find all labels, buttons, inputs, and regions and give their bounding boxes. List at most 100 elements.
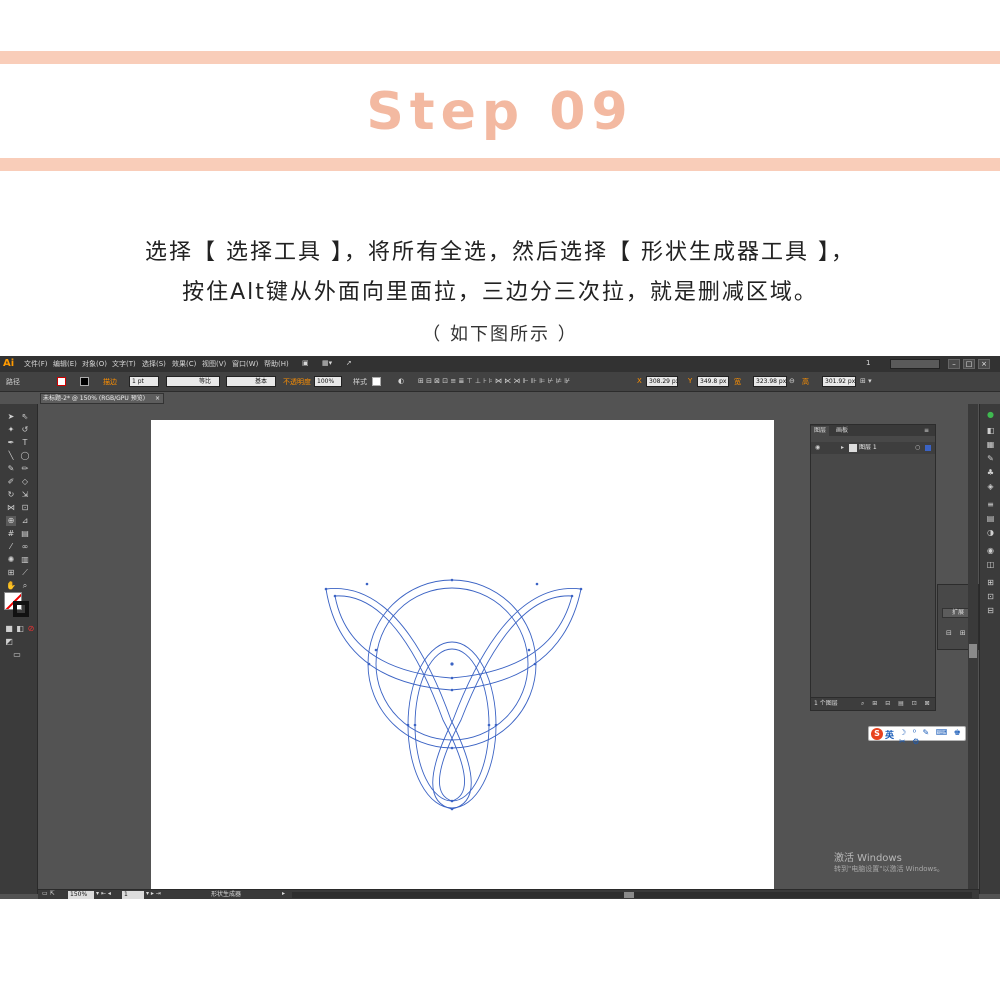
none-mode-icon[interactable]: ⊘ (26, 624, 36, 634)
menu-help[interactable]: 帮助(H) (264, 359, 289, 369)
recolor-icon[interactable]: ◐ (398, 377, 404, 385)
height-field[interactable]: 301.92 px (822, 376, 856, 387)
draw-mode-icon[interactable]: ◩ (4, 637, 14, 647)
eyedropper-tool-icon[interactable]: ⁄ (6, 542, 16, 552)
shape-builder-tool-icon[interactable]: ⊕ (6, 516, 16, 526)
y-field[interactable]: 349.8 px (697, 376, 729, 387)
brushes-icon[interactable]: ✎ (986, 454, 995, 463)
menu-window[interactable]: 窗口(W) (232, 359, 258, 369)
menu-file[interactable]: 文件(F) (24, 359, 48, 369)
page-nav-icon[interactable]: ▾ ▸ ⇥ (146, 890, 161, 897)
color-panel-icon[interactable]: ● (986, 410, 995, 419)
pen-tool-icon[interactable]: ✒ (6, 438, 16, 448)
width-field[interactable]: 323.98 px (753, 376, 787, 387)
menu-effect[interactable]: 效果(C) (172, 359, 196, 369)
panel-menu-icon[interactable]: ≡ (921, 426, 932, 436)
menu-view[interactable]: 视图(V) (202, 359, 226, 369)
color-guide-icon[interactable]: ◧ (986, 426, 995, 435)
perspective-grid-tool-icon[interactable]: ⊿ (20, 516, 30, 526)
paintbrush-tool-icon[interactable]: ✎ (6, 464, 16, 474)
artboard[interactable] (151, 420, 774, 889)
gradient-tool-icon[interactable]: ▤ (20, 529, 30, 539)
mesh-tool-icon[interactable]: # (6, 529, 16, 539)
width-tool-icon[interactable]: ⋈ (6, 503, 16, 513)
transform-panel-icon[interactable]: ⊡ (986, 592, 995, 601)
search-input[interactable] (890, 359, 940, 369)
expand-icon[interactable]: ▸ (841, 442, 844, 454)
tab-layers[interactable]: 图层 (811, 426, 830, 436)
transform-menu-icon[interactable]: ⊞ ▾ (860, 377, 872, 385)
fill-swatch-icon[interactable] (57, 377, 66, 386)
bridge-icon[interactable]: ▣ (302, 359, 309, 367)
ellipse-tool-icon[interactable]: ◯ (20, 451, 30, 461)
layer-actions-icons[interactable]: ⌕ ⊞ ⊟ ▤ ⊡ ⊠ (861, 698, 933, 710)
gradient-panel-icon[interactable]: ▤ (986, 514, 995, 523)
horizontal-scroll-thumb[interactable] (624, 892, 634, 898)
vertical-scrollbar[interactable] (968, 404, 978, 889)
slice-tool-icon[interactable]: ⟋ (20, 568, 30, 578)
x-field[interactable]: 308.29 px (646, 376, 678, 387)
layers-dock-icon[interactable]: ◫ (986, 560, 995, 569)
screen-mode-icon[interactable]: ▭ (12, 650, 22, 660)
pathfinder-dock-icon[interactable]: ⊟ (986, 606, 995, 615)
menu-edit[interactable]: 编辑(E) (53, 359, 77, 369)
lasso-tool-icon[interactable]: ↺ (20, 425, 30, 435)
target-icon[interactable]: ○ (915, 442, 920, 454)
ime-toolbar[interactable]: S 英 ☽ ⁰ ✎ ⌨ ♚ ✂ ⚙ (868, 726, 966, 746)
profile-select[interactable]: 等比 (166, 376, 220, 387)
zoom-dropdown-icon[interactable]: ▾ ⇤ ◂ (96, 890, 111, 897)
column-graph-tool-icon[interactable]: ▥ (20, 555, 30, 565)
ime-tools-icons[interactable]: ☽ ⁰ ✎ ⌨ ♚ ✂ ⚙ (899, 728, 965, 746)
opacity-field[interactable]: 100% (314, 376, 342, 387)
link-icon[interactable]: ⊖ (789, 377, 795, 385)
opacity-label[interactable]: 不透明度 (283, 377, 311, 387)
blend-tool-icon[interactable]: ∞ (20, 542, 30, 552)
layer-row[interactable]: ◉ ▸ 图层 1 ○ (811, 442, 935, 454)
horizontal-scrollbar[interactable] (292, 892, 972, 898)
transparency-icon[interactable]: ◑ (986, 528, 995, 537)
type-tool-icon[interactable]: T (20, 438, 30, 448)
blob-brush-tool-icon[interactable]: ✐ (6, 477, 16, 487)
scale-tool-icon[interactable]: ⇲ (20, 490, 30, 500)
align-icons[interactable]: ⊞ ⊟ ⊠ ⊡ ≡ ≣ ⊤ ⊥ ⊦ ⊧ ⋈ ⋉ ⋊ ⊩ ⊪ ⊫ ⊬ ⊭ ⊮ (418, 377, 570, 385)
arrange-documents-icon[interactable]: ▦▾ (322, 359, 332, 367)
document-tab[interactable]: 未标题-2* @ 150% (RGB/GPU 预览) × (40, 393, 164, 404)
line-tool-icon[interactable]: ╲ (6, 451, 16, 461)
tab-artboards[interactable]: 画板 (833, 426, 851, 436)
stroke-weight-field[interactable]: 1 pt (129, 376, 159, 387)
style-swatch-icon[interactable] (372, 377, 381, 386)
rotate-tool-icon[interactable]: ↻ (6, 490, 16, 500)
swatches-icon[interactable]: ▦ (986, 440, 995, 449)
symbol-sprayer-tool-icon[interactable]: ✺ (6, 555, 16, 565)
zoom-field[interactable]: 150% (68, 891, 94, 899)
stroke-label[interactable]: 描边 (103, 377, 117, 387)
pencil-tool-icon[interactable]: ✏ (20, 464, 30, 474)
stroke-color-icon[interactable] (13, 601, 29, 617)
brush-select[interactable]: 基本 (226, 376, 276, 387)
ime-language[interactable]: 英 (885, 728, 894, 741)
visibility-icon[interactable]: ◉ (815, 442, 820, 454)
minimize-button[interactable]: – (948, 359, 960, 369)
color-mode-icon[interactable]: ■ (4, 624, 14, 634)
menu-select[interactable]: 选择(S) (142, 359, 166, 369)
direct-selection-tool-icon[interactable]: ⇖ (20, 412, 30, 422)
stroke-swatch-icon[interactable] (80, 377, 89, 386)
triquetra-paths[interactable] (151, 420, 774, 889)
layer-name[interactable]: 图层 1 (859, 442, 877, 454)
eraser-tool-icon[interactable]: ◇ (20, 477, 30, 487)
symbols-icon[interactable]: ♣ (986, 468, 995, 477)
ime-logo[interactable]: S (871, 728, 883, 740)
page-icon[interactable]: ▭ ⇱ (42, 890, 55, 897)
hand-tool-icon[interactable]: ✋ (6, 581, 16, 591)
selection-tool-icon[interactable]: ➤ (6, 412, 16, 422)
appearance-icon[interactable]: ◉ (986, 546, 995, 555)
menu-object[interactable]: 对象(O) (82, 359, 107, 369)
menu-type[interactable]: 文字(T) (112, 359, 136, 369)
maximize-button[interactable]: □ (963, 359, 975, 369)
stroke-panel-icon[interactable]: ≡ (986, 500, 995, 509)
graphic-styles-icon[interactable]: ◈ (986, 482, 995, 491)
magic-wand-tool-icon[interactable]: ✦ (6, 425, 16, 435)
gradient-mode-icon[interactable]: ◧ (15, 624, 25, 634)
artboard-number-field[interactable]: 1 (122, 891, 144, 899)
status-menu-icon[interactable]: ▸ (282, 890, 285, 897)
